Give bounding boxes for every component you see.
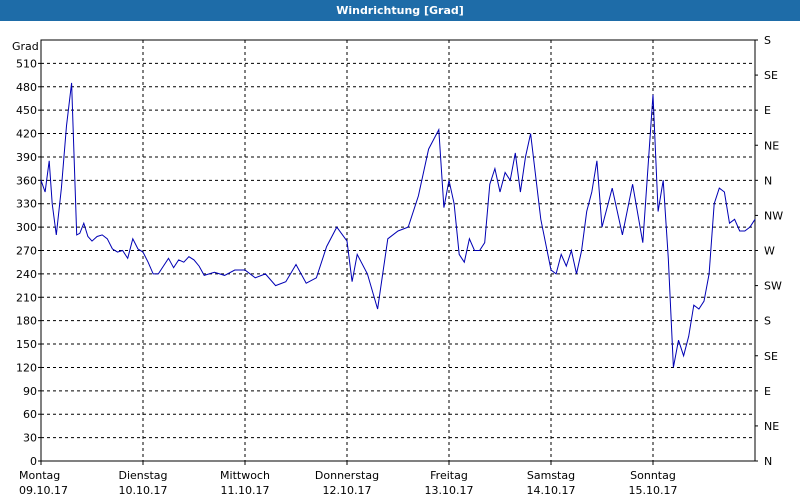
y-axis-right: N NE E SE S SW W NW N NE E SE S [755, 34, 783, 468]
y-axis-label: Grad [12, 40, 39, 53]
x-tick-date: 15.10.17 [629, 484, 678, 497]
right-axis-label: NE [764, 420, 779, 433]
right-axis-label: NE [764, 139, 779, 152]
x-tick-day: Mittwoch [220, 469, 270, 482]
y-tick-label: 300 [16, 221, 37, 234]
right-axis-label: S [764, 315, 771, 328]
x-tick-day: Montag [19, 469, 60, 482]
x-tick-day: Sonntag [630, 469, 676, 482]
y-tick-label: 180 [16, 315, 37, 328]
x-axis: Montag 09.10.17 Dienstag 10.10.17 Mittwoch 11… [19, 461, 677, 497]
chart-window: Windrichtung [Grad] Grad 0 30 60 90 120 150 18… [0, 0, 800, 500]
y-tick-label: 480 [16, 81, 37, 94]
x-tick-date: 10.10.17 [119, 484, 168, 497]
y-tick-label: 330 [16, 198, 37, 211]
right-axis-label: S [764, 34, 771, 47]
right-axis-label: E [764, 104, 771, 117]
x-tick-date: 13.10.17 [425, 484, 474, 497]
y-tick-label: 30 [23, 432, 37, 445]
x-tick-day: Freitag [430, 469, 468, 482]
y-tick-label: 420 [16, 128, 37, 141]
y-tick-label: 270 [16, 245, 37, 258]
right-axis-label: SW [764, 280, 782, 293]
right-axis-label: SE [764, 69, 778, 82]
x-tick-day: Dienstag [118, 469, 167, 482]
y-tick-label: 90 [23, 385, 37, 398]
right-axis-label: E [764, 385, 771, 398]
y-tick-label: 360 [16, 174, 37, 187]
right-axis-label: N [764, 174, 772, 187]
y-tick-label: 240 [16, 268, 37, 281]
y-tick-label: 390 [16, 151, 37, 164]
right-axis-label: SE [764, 350, 778, 363]
right-axis-label: N [764, 455, 772, 468]
y-tick-label: 450 [16, 104, 37, 117]
x-tick-date: 09.10.17 [19, 484, 68, 497]
right-axis-label: W [764, 245, 775, 258]
x-tick-date: 11.10.17 [221, 484, 270, 497]
y-tick-label: 60 [23, 408, 37, 421]
y-tick-label: 120 [16, 361, 37, 374]
x-tick-date: 14.10.17 [527, 484, 576, 497]
y-tick-label: 150 [16, 338, 37, 351]
x-tick-date: 12.10.17 [323, 484, 372, 497]
x-tick-day: Donnerstag [315, 469, 379, 482]
y-tick-label: 0 [30, 455, 37, 468]
y-axis-left: Grad 0 30 60 90 120 150 180 210 240 270 300 330 360 3… [12, 40, 41, 468]
x-tick-day: Samstag [527, 469, 575, 482]
y-tick-label: 510 [16, 57, 37, 70]
y-tick-label: 210 [16, 291, 37, 304]
right-axis-label: NW [764, 209, 783, 222]
wind-direction-chart: Grad 0 30 60 90 120 150 180 210 240 270 300 330 360 3… [12, 34, 783, 497]
